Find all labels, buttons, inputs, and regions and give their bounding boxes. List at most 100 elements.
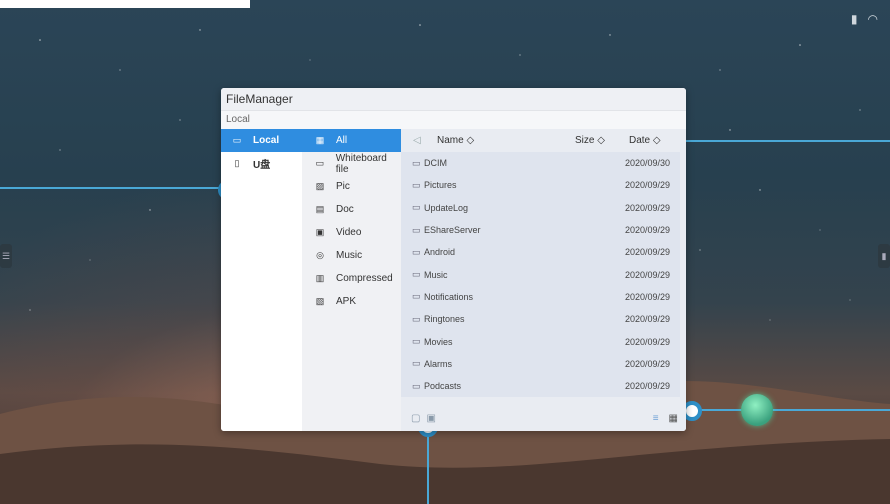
music-icon: ◎ <box>316 250 324 260</box>
callout-line-top-right <box>676 140 890 142</box>
category-label: Video <box>336 227 362 238</box>
file-row[interactable]: ▭ Android 2020/09/29 <box>401 241 680 263</box>
folder-icon: ▭ <box>412 179 421 190</box>
move-icon[interactable]: ▣ <box>426 413 435 424</box>
file-date: 2020/09/29 <box>624 381 670 392</box>
file-name: Notifications <box>424 291 474 302</box>
wifi-icon: ◠ <box>867 12 878 26</box>
breadcrumb: Local <box>221 110 686 130</box>
file-name: Podcasts <box>424 381 462 392</box>
category-item-video[interactable]: ▣ Video <box>302 221 401 244</box>
file-name: Movies <box>424 336 453 347</box>
document-icon: ▤ <box>315 204 325 214</box>
grid-icon: ▦ <box>315 135 325 145</box>
apk-icon: ▧ <box>315 296 325 306</box>
folder-icon: ▭ <box>412 358 421 369</box>
folder-icon: ▭ <box>412 336 421 347</box>
file-date: 2020/09/29 <box>624 225 670 236</box>
category-item-whiteboard[interactable]: ▭ Whiteboard file <box>302 152 401 175</box>
file-name: Android <box>424 247 456 258</box>
file-row[interactable]: ▭ Music 2020/09/29 <box>401 263 680 285</box>
file-list-panel: ◁ Name ◇ Size ◇ Date ◇ ▭ DCIM 2020/09/30 ▭… <box>401 129 686 431</box>
file-row[interactable]: ▭ DCIM 2020/09/30 <box>401 152 680 174</box>
file-name: Pictures <box>424 180 457 191</box>
whiteboard-icon: ▭ <box>315 158 325 168</box>
category-panel: ▦ All ▭ Whiteboard file ▨ Pic ▤ Doc ▣ Vi… <box>302 129 401 431</box>
sort-by-date[interactable]: Date ◇ <box>629 135 661 146</box>
file-row[interactable]: ▭ Alarms 2020/09/29 <box>401 353 680 375</box>
file-name: Music <box>424 269 448 280</box>
file-name: DCIM <box>424 158 447 169</box>
list-view-icon[interactable]: ≡ <box>653 413 659 424</box>
left-side-tab[interactable]: ☰ <box>0 244 12 268</box>
file-date: 2020/09/30 <box>624 158 670 169</box>
file-row[interactable]: ▭ UpdateLog 2020/09/29 <box>401 197 680 219</box>
file-name: UpdateLog <box>424 202 469 213</box>
sort-by-name[interactable]: Name ◇ <box>437 135 474 146</box>
folder-icon: ▭ <box>412 380 421 391</box>
video-icon: ▣ <box>315 227 325 237</box>
category-label: Pic <box>336 181 350 192</box>
image-icon: ▨ <box>315 181 325 191</box>
file-date: 2020/09/29 <box>624 336 670 347</box>
back-icon[interactable]: ◁ <box>413 135 421 146</box>
callout-line-bottom-right <box>692 409 890 411</box>
callout-line-bottom <box>427 428 429 504</box>
top-banner <box>0 0 250 8</box>
folder-icon: ▭ <box>412 246 421 257</box>
file-date: 2020/09/29 <box>624 180 670 191</box>
file-date: 2020/09/29 <box>624 291 670 302</box>
usb-icon: ▯ <box>234 158 240 168</box>
file-row[interactable]: ▭ Ringtones 2020/09/29 <box>401 308 680 330</box>
file-list-header: ◁ Name ◇ Size ◇ Date ◇ <box>401 129 686 152</box>
floating-assistant-button[interactable] <box>741 394 773 426</box>
usb-status-icon: ▮ <box>850 12 858 26</box>
category-label: Doc <box>336 204 354 215</box>
category-item-all[interactable]: ▦ All <box>302 129 401 152</box>
category-item-compressed[interactable]: ▥ Compressed <box>302 267 401 290</box>
window-title: FileManager <box>221 88 686 110</box>
folder-icon: ▭ <box>412 269 421 280</box>
file-row[interactable]: ▭ Pictures 2020/09/29 <box>401 174 680 196</box>
file-list: ▭ DCIM 2020/09/30 ▭ Pictures 2020/09/29 ▭ Upd… <box>401 152 680 398</box>
file-row[interactable]: ▭ Movies 2020/09/29 <box>401 330 680 352</box>
category-item-apk[interactable]: ▧ APK <box>302 290 401 313</box>
callout-line-left <box>0 187 222 189</box>
device-panel: ▭ Local ▯ U盘 <box>221 129 302 431</box>
file-name: EShareServer <box>424 225 481 236</box>
category-item-doc[interactable]: ▤ Doc <box>302 198 401 221</box>
device-item-usb[interactable]: ▯ U盘 <box>221 152 302 175</box>
category-label: Compressed <box>336 273 393 284</box>
right-side-tab[interactable]: ▮ <box>878 244 890 268</box>
folder-icon: ▭ <box>412 291 421 302</box>
device-label: Local <box>253 135 280 146</box>
category-item-music[interactable]: ◎ Music <box>302 244 401 267</box>
file-name: Alarms <box>424 358 453 369</box>
file-name: Ringtones <box>424 314 465 325</box>
file-row[interactable]: ▭ Podcasts 2020/09/29 <box>401 375 680 397</box>
category-label: Whiteboard file <box>335 152 387 175</box>
sort-by-size[interactable]: Size ◇ <box>575 135 605 146</box>
category-label: All <box>336 135 348 146</box>
archive-icon: ▥ <box>315 273 325 283</box>
file-date: 2020/09/29 <box>624 247 670 258</box>
category-item-pic[interactable]: ▨ Pic <box>302 175 401 198</box>
bottom-toolbar: ▢ ▣ ≡ ▦ <box>401 405 686 431</box>
file-row[interactable]: ▭ Notifications 2020/09/29 <box>401 286 680 308</box>
file-date: 2020/09/29 <box>624 358 670 369</box>
grid-view-icon[interactable]: ▦ <box>669 413 678 424</box>
folder-icon: ▭ <box>412 202 421 213</box>
file-date: 2020/09/29 <box>624 314 670 325</box>
file-manager-window: FileManager Local ▭ Local ▯ U盘 ▦ All ▭ W… <box>221 88 686 431</box>
file-date: 2020/09/29 <box>624 269 670 280</box>
device-label: U盘 <box>253 160 271 171</box>
category-label: APK <box>336 296 357 307</box>
status-bar: ▮ ◠ <box>851 12 878 26</box>
copy-icon[interactable]: ▢ <box>411 413 420 424</box>
file-date: 2020/09/29 <box>624 202 670 213</box>
folder-icon: ▭ <box>412 157 421 168</box>
device-item-local[interactable]: ▭ Local <box>221 129 302 152</box>
file-row[interactable]: ▭ EShareServer 2020/09/29 <box>401 219 680 241</box>
folder-icon: ▭ <box>412 224 421 235</box>
category-label: Music <box>336 250 363 261</box>
